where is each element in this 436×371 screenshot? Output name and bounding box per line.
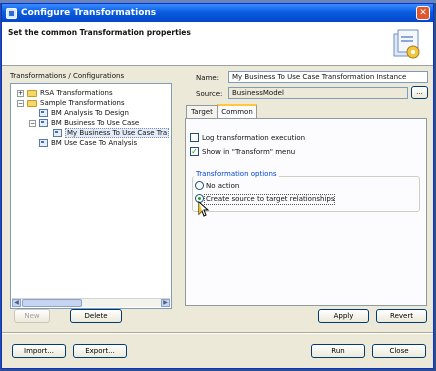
transformation-options-title: Transformation options	[194, 170, 279, 178]
tree-item-label: Sample Transformations	[40, 99, 125, 107]
tree-heading: Transformations / Configurations	[10, 72, 125, 80]
browse-source-button[interactable]: ...	[411, 86, 428, 99]
banner-heading: Set the common Transformation properties	[8, 28, 191, 37]
scroll-right-icon[interactable]: ▶	[161, 299, 170, 307]
close-button[interactable]: Close	[372, 344, 426, 358]
transformations-tree[interactable]: + RSA Transformations − Sample Transform…	[10, 83, 172, 309]
scroll-left-icon[interactable]: ◀	[12, 299, 21, 307]
source-field[interactable]: BusinessModel	[228, 87, 408, 99]
footer-separator	[2, 332, 433, 334]
new-button[interactable]: New	[14, 309, 50, 323]
tree-horizontal-scrollbar[interactable]: ◀ ▶	[12, 298, 170, 307]
tree-item-label: RSA Transformations	[40, 89, 113, 97]
name-label: Name:	[196, 74, 220, 82]
tab-target[interactable]: Target	[186, 105, 218, 118]
scrollbar-thumb[interactable]	[22, 299, 82, 307]
import-button[interactable]: Import...	[12, 344, 66, 358]
configure-transformations-dialog: Configure Transformations ✕ Set the comm…	[1, 3, 434, 369]
tree-item-label: BM Use Case To Analysis	[51, 139, 138, 147]
tree-item-label: BM Analysis To Design	[51, 109, 129, 117]
transformation-icon	[39, 139, 48, 147]
open-folder-icon	[27, 99, 37, 107]
log-execution-label: Log transformation execution	[202, 134, 306, 142]
tab-common[interactable]: Common	[217, 104, 257, 118]
tree-item-label: My Business To Use Case Tra	[65, 128, 170, 138]
tree-item-bm-business-to-use-case[interactable]: − BM Business To Use Case	[29, 118, 139, 128]
apply-button[interactable]: Apply	[318, 309, 369, 323]
wizard-banner-icon	[393, 29, 420, 59]
folder-icon	[27, 89, 37, 97]
dialog-banner: Set the common Transformation properties	[2, 22, 433, 66]
tree-item-sample-transformations[interactable]: − Sample Transformations	[17, 98, 125, 108]
window-title: Configure Transformations	[21, 8, 157, 18]
expand-icon[interactable]: +	[17, 89, 24, 97]
app-icon	[6, 7, 17, 19]
log-execution-checkbox[interactable]	[190, 133, 199, 142]
tree-item-bm-analysis-to-design[interactable]: BM Analysis To Design	[39, 108, 129, 118]
show-in-transform-menu-label: Show in "Transform" menu	[202, 148, 296, 156]
transformation-icon	[39, 119, 48, 127]
delete-button[interactable]: Delete	[70, 309, 122, 323]
collapse-icon[interactable]: −	[17, 99, 24, 107]
close-window-button[interactable]: ✕	[416, 6, 430, 20]
tree-item-label: BM Business To Use Case	[51, 119, 140, 127]
configuration-icon	[53, 129, 62, 137]
tree-item-bm-use-case-to-analysis[interactable]: BM Use Case To Analysis	[39, 138, 137, 148]
title-bar: Configure Transformations ✕	[2, 4, 433, 22]
tree-item-rsa-transformations[interactable]: + RSA Transformations	[17, 88, 113, 98]
export-button[interactable]: Export...	[73, 344, 127, 358]
show-in-transform-menu-checkbox[interactable]: ✓	[190, 147, 199, 156]
tree-item-my-business-to-use-case[interactable]: My Business To Use Case Tra	[53, 128, 170, 138]
common-tab-panel	[185, 118, 427, 306]
source-label: Source:	[196, 90, 223, 98]
no-action-label: No action	[206, 182, 240, 190]
create-relationships-label: Create source to target relationships	[206, 195, 335, 203]
name-field[interactable]: My Business To Use Case Transformation I…	[228, 71, 428, 83]
run-button[interactable]: Run	[311, 344, 365, 358]
mouse-pointer-icon	[198, 201, 210, 217]
collapse-icon[interactable]: −	[29, 119, 36, 127]
no-action-radio[interactable]	[195, 181, 204, 190]
revert-button[interactable]: Revert	[376, 309, 427, 323]
transformation-icon	[39, 109, 48, 117]
